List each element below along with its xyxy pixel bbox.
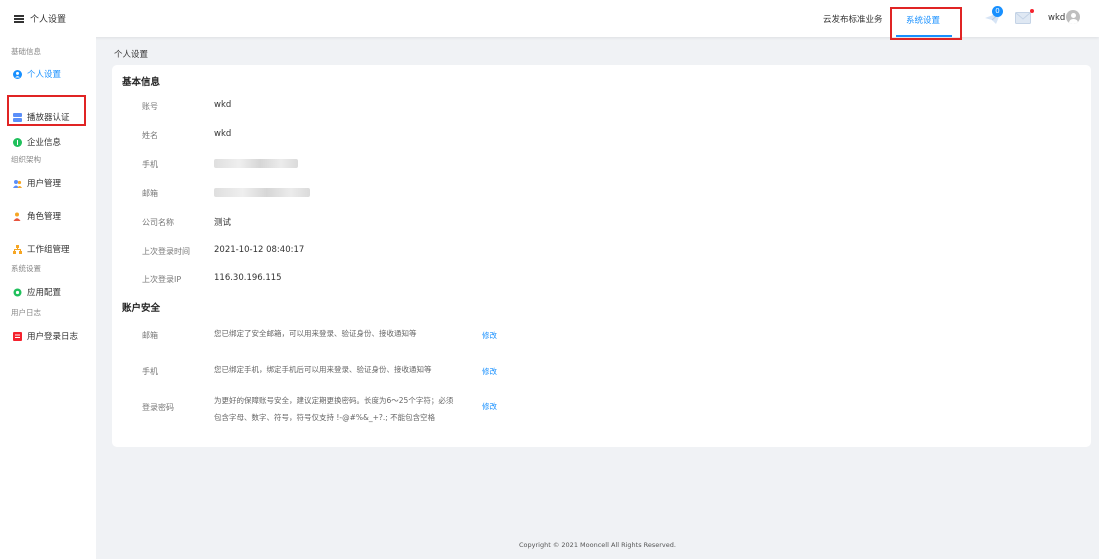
workgroup-icon [13,244,22,254]
field-value-company: 测试 [214,218,232,228]
sidebar-group-user-log: 用户日志 [11,308,41,317]
sidebar-item-enterprise-info[interactable]: 企业信息 [13,136,61,148]
notification-badge: 0 [992,6,1003,17]
field-value-email-redacted [214,188,310,197]
field-value-last-login-ip: 116.30.196.115 [214,273,282,283]
field-label-email: 邮箱 [142,189,158,198]
field-label-phone: 手机 [142,160,158,169]
user-name[interactable]: wkd [1048,13,1065,23]
security-label-phone: 手机 [142,367,158,376]
security-desc-email: 您已绑定了安全邮箱，可以用来登录、验证身份、接收通知等 [214,329,417,338]
sidebar-item-label: 播放器认证 [27,113,70,123]
sidebar: 基础信息 个人设置 播放器认证 企业信息 组织架构 用户管理 角色管理 工作组管… [0,37,96,559]
enterprise-icon [13,137,22,147]
user-circle-icon [13,69,22,79]
sidebar-group-basic: 基础信息 [11,47,41,56]
login-log-icon [13,331,22,341]
security-label-password: 登录密码 [142,403,174,412]
mail-icon[interactable] [1015,12,1031,24]
header-title-area: 个人设置 [14,12,66,25]
sidebar-item-label: 应用配置 [27,288,62,298]
field-label-account: 账号 [142,102,158,111]
section-title-basic-info: 基本信息 [122,77,161,88]
sidebar-item-app-config[interactable]: 应用配置 [13,286,61,298]
footer-copyright: Copyright © 2021 Mooncell All Rights Res… [519,541,676,549]
field-label-company: 公司名称 [142,218,174,227]
personal-settings-card: 基本信息 账号 wkd 姓名 wkd 手机 邮箱 公司名称 测试 上次登录时间 … [112,65,1091,447]
nav-cloud-business[interactable]: 云发布标准业务 [823,13,883,25]
sidebar-item-login-log[interactable]: 用户登录日志 [13,330,78,342]
edit-email-link[interactable]: 修改 [482,330,497,341]
top-header: 个人设置 云发布标准业务 系统设置 0 wkd [0,0,1099,40]
edit-phone-link[interactable]: 修改 [482,366,497,377]
sidebar-item-label: 企业信息 [27,138,62,148]
menu-icon[interactable] [14,14,24,23]
app-config-icon [13,288,22,297]
sidebar-item-workgroup-management[interactable]: 工作组管理 [13,243,70,255]
sidebar-group-system: 系统设置 [11,264,41,273]
edit-password-link[interactable]: 修改 [482,401,497,412]
sidebar-item-role-management[interactable]: 角色管理 [13,210,61,222]
security-desc-password-line2: 包含字母、数字、符号，符号仅支持 !-@#%&_+?.; 不能包含空格 [214,413,436,422]
breadcrumb: 个人设置 [114,50,149,60]
field-label-last-login-time: 上次登录时间 [142,247,190,256]
sidebar-group-org: 组织架构 [11,155,41,164]
nav-tab-system-settings[interactable]: 系统设置 [890,7,962,40]
sidebar-item-label: 用户登录日志 [27,332,79,342]
field-label-last-login-ip: 上次登录IP [142,275,182,284]
field-value-name: wkd [214,129,232,139]
app-title: 个人设置 [30,15,67,25]
users-icon [13,179,22,188]
mail-unread-dot [1030,9,1034,13]
sidebar-item-personal-settings[interactable]: 个人设置 [13,68,61,80]
sidebar-item-label: 个人设置 [27,70,62,80]
sidebar-item-label: 工作组管理 [27,245,70,255]
sidebar-item-label: 用户管理 [27,179,62,189]
security-label-email: 邮箱 [142,331,158,340]
nav-tab-system-settings-label: 系统设置 [906,16,941,26]
security-desc-phone: 您已绑定手机，绑定手机后可以用来登录、验证身份、接收通知等 [214,365,432,374]
section-title-account-security: 账户安全 [122,303,161,314]
active-tab-indicator [896,35,952,37]
security-desc-password-line1: 为更好的保障账号安全，建议定期更换密码。长度为6～25个字符；必须 [214,396,454,405]
sidebar-item-user-management[interactable]: 用户管理 [13,177,61,189]
field-label-name: 姓名 [142,131,158,140]
sidebar-item-player-auth[interactable]: 播放器认证 [13,111,70,123]
field-value-account: wkd [214,100,232,110]
avatar[interactable] [1066,10,1080,24]
field-value-last-login-time: 2021-10-12 08:40:17 [214,245,305,255]
player-icon [13,112,22,122]
sidebar-item-label: 角色管理 [27,212,62,222]
field-value-phone-redacted [214,159,298,168]
role-icon [13,212,22,221]
